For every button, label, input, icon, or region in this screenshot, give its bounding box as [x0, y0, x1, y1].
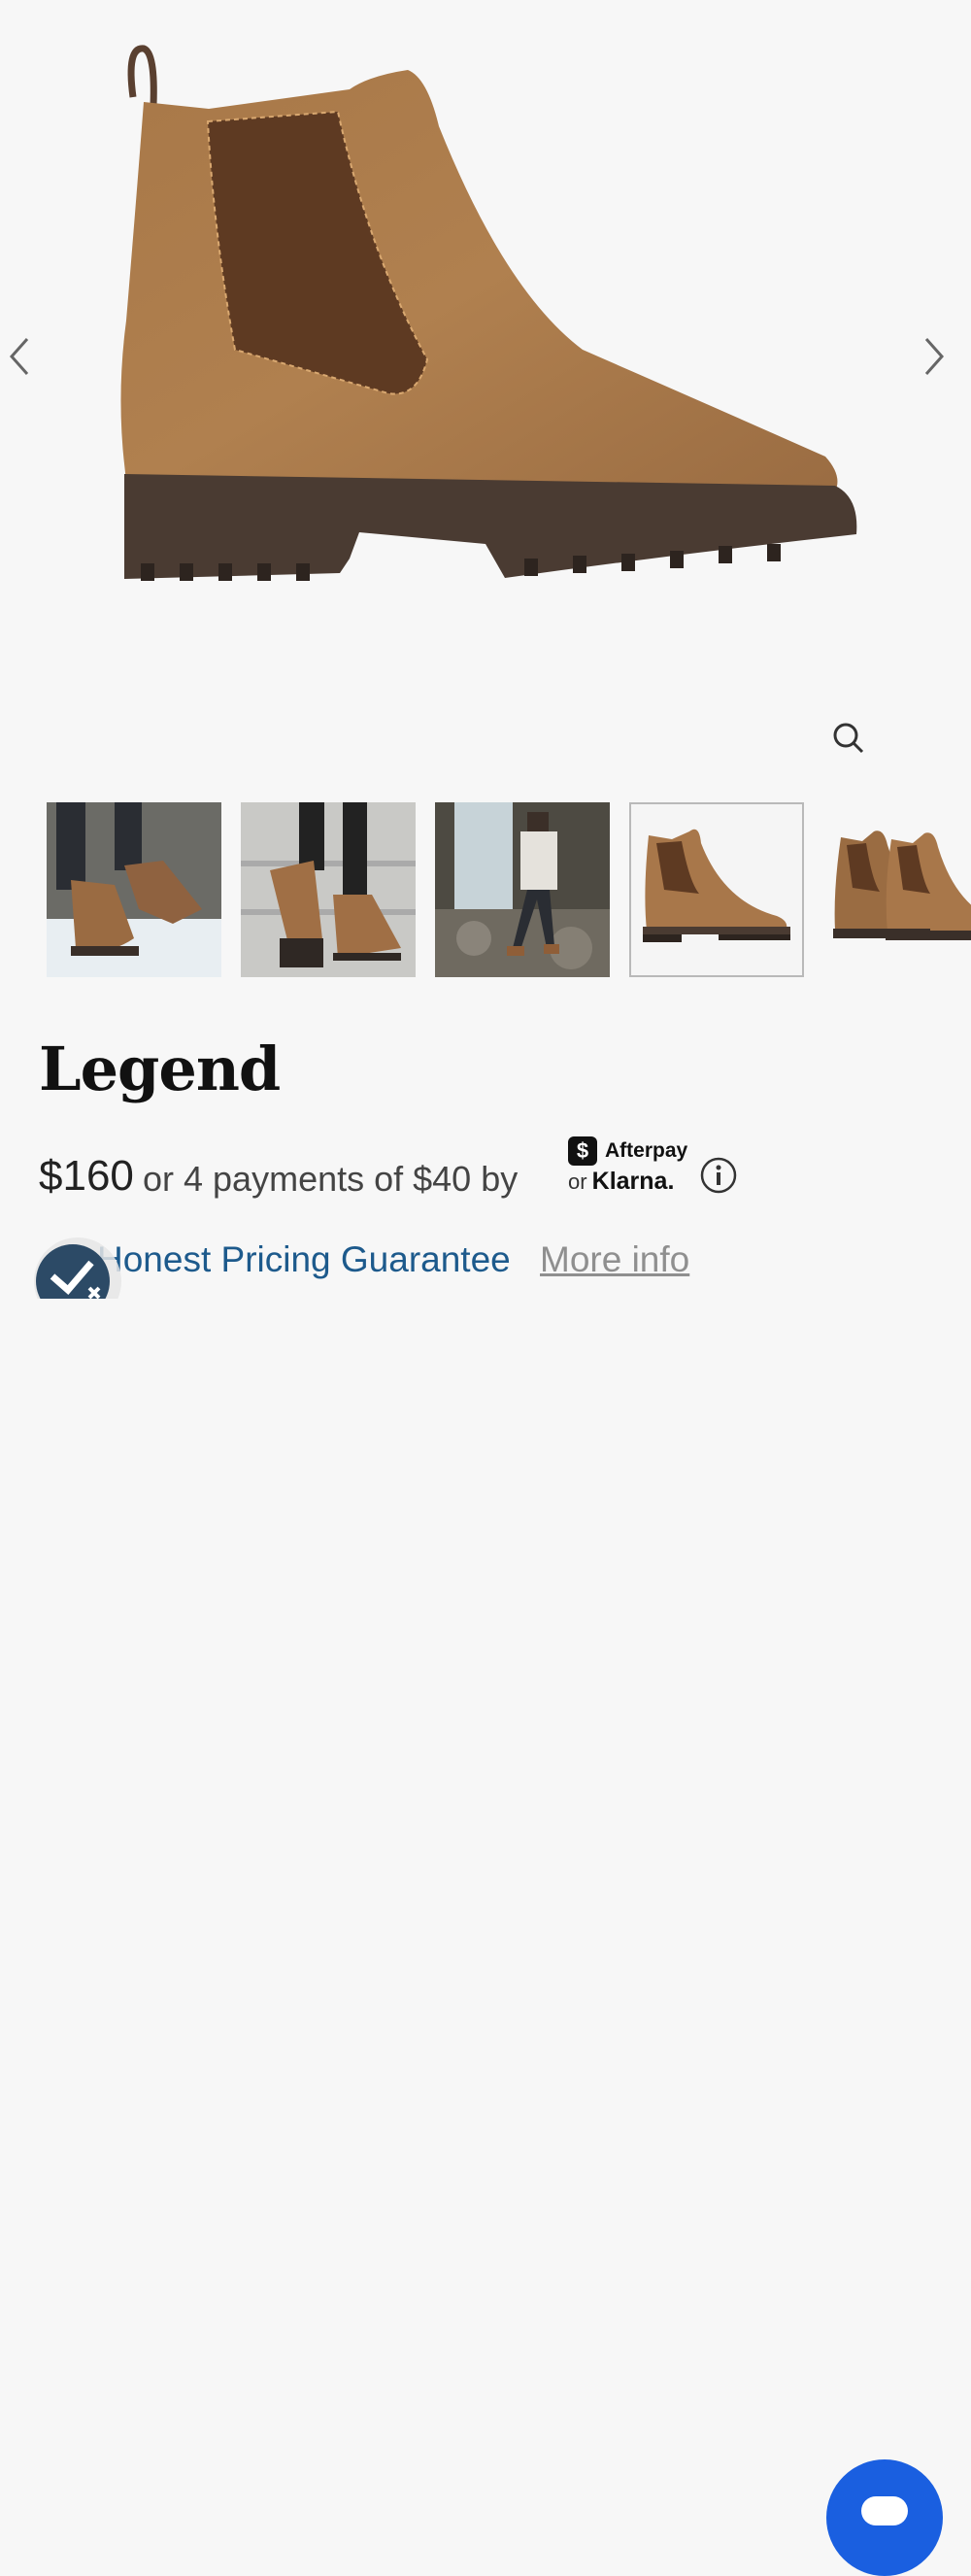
previous-image-button[interactable]: [6, 335, 54, 390]
product-hero-image: [0, 0, 971, 767]
product-title: Legend: [39, 1034, 281, 1104]
chat-button[interactable]: [826, 2459, 943, 2576]
guarantee-row: Honest Pricing Guarantee More info: [0, 1234, 971, 2576]
klarna-label: Klarna.: [591, 1168, 675, 1195]
zoom-button[interactable]: [827, 717, 870, 760]
afterpay-icon: $: [568, 1136, 597, 1166]
thumbnail-strip[interactable]: [47, 802, 971, 977]
product-price: $160: [39, 1152, 134, 1200]
thumbnail-walking-on-steps[interactable]: [241, 802, 416, 977]
thumbnail-boot-pair[interactable]: [823, 802, 971, 977]
thumbnail-boot-side-view[interactable]: [629, 802, 804, 977]
klarna-logo[interactable]: or Klarna.: [568, 1168, 674, 1196]
payment-info-button[interactable]: [699, 1156, 738, 1195]
info-icon: [700, 1157, 737, 1194]
next-image-button[interactable]: [919, 335, 967, 390]
afterpay-label: Afterpay: [605, 1139, 688, 1162]
installment-text: or 4 payments of $40 by: [143, 1159, 519, 1199]
boot-main-image: [120, 45, 857, 581]
chat-icon: [861, 2496, 908, 2525]
or-text: or: [568, 1169, 587, 1194]
chevron-left-icon: [9, 338, 29, 375]
afterpay-logo[interactable]: $ Afterpay: [568, 1136, 687, 1166]
thumbnail-worn-in-snow[interactable]: [47, 802, 221, 977]
honest-pricing-guarantee-link[interactable]: Honest Pricing Guarantee: [97, 1239, 511, 1280]
thumbnail-hiker-by-waterfall[interactable]: [435, 802, 610, 977]
checkmark-badge-icon[interactable]: [29, 1237, 126, 1325]
chevron-right-icon: [924, 338, 945, 375]
more-info-link[interactable]: More info: [540, 1239, 689, 1280]
zoom-icon: [833, 723, 864, 754]
